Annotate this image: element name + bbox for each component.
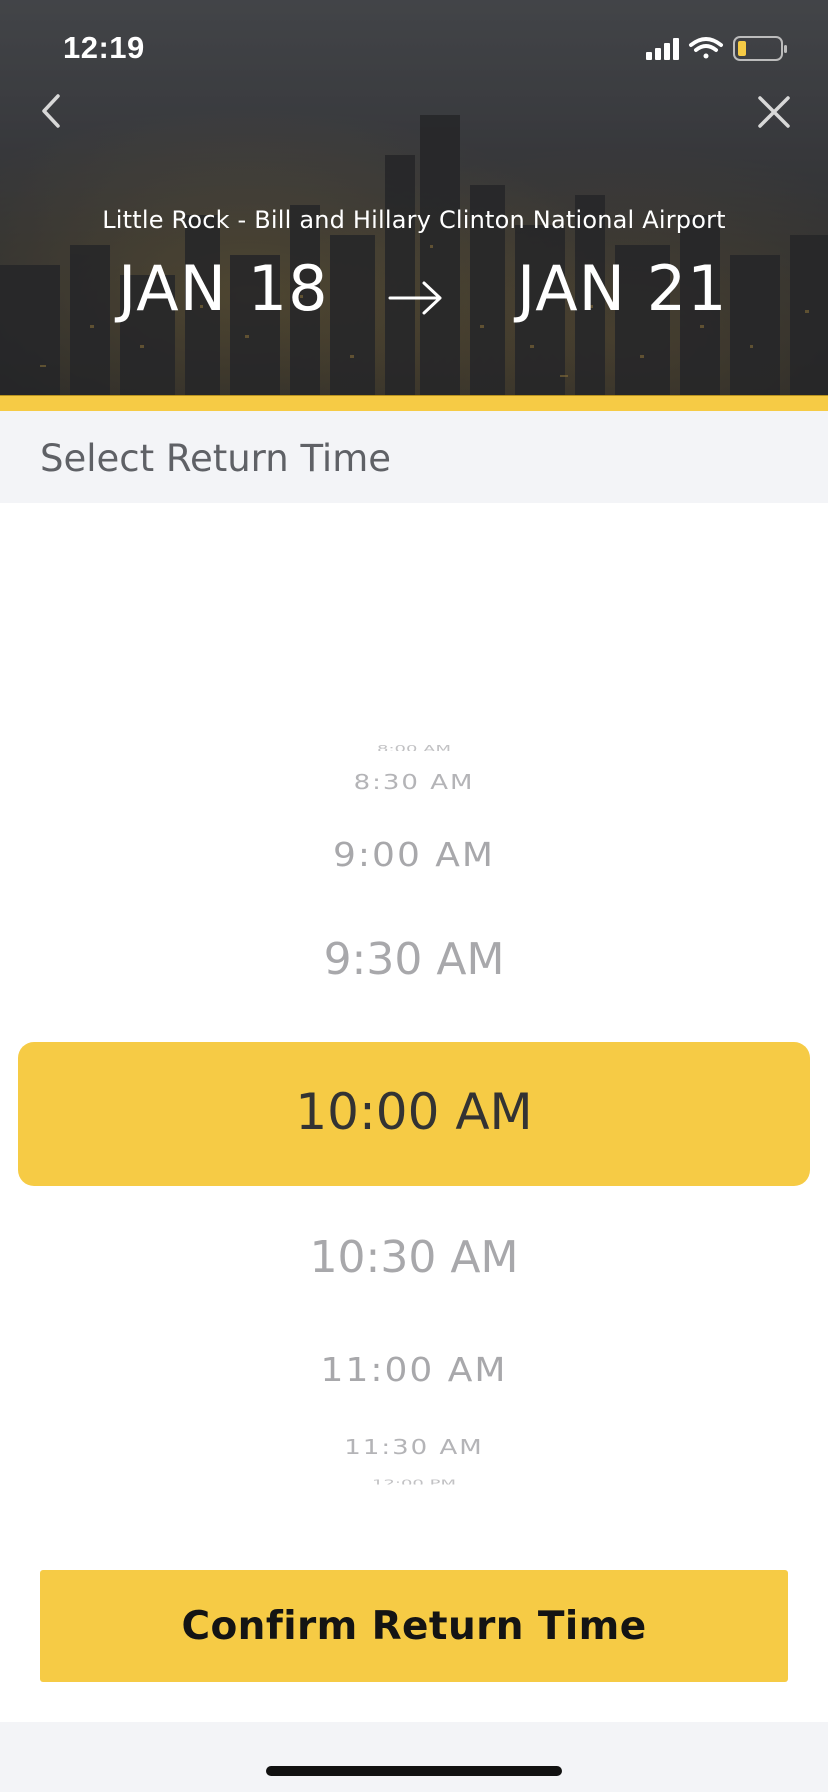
page-title: Select Return Time <box>40 437 391 480</box>
section-header: Select Return Time <box>0 411 828 503</box>
accent-bar <box>0 395 828 411</box>
status-bar-time: 12:19 <box>63 30 145 65</box>
header-hero: 12:19 Little Rock - Bill and Hillary Cli… <box>0 0 828 395</box>
battery-icon <box>733 36 787 61</box>
time-option[interactable]: 9:00 AM <box>0 839 828 872</box>
time-option[interactable]: 9:30 AM <box>0 938 828 982</box>
signal-icon <box>646 38 679 60</box>
home-indicator[interactable] <box>266 1766 562 1776</box>
time-option[interactable]: 12:00 PM <box>0 1479 828 1485</box>
time-picker[interactable]: 8:00 AM 8:30 AM 9:00 AM 9:30 AM 10:00 AM… <box>0 503 828 1503</box>
time-option[interactable]: 11:30 AM <box>0 1438 828 1458</box>
confirm-return-time-button[interactable]: Confirm Return Time <box>40 1570 788 1682</box>
close-icon[interactable] <box>756 94 792 130</box>
time-option[interactable]: 11:00 AM <box>0 1354 828 1387</box>
depart-date: JAN 18 <box>118 252 329 325</box>
airport-name: Little Rock - Bill and Hillary Clinton N… <box>102 206 726 234</box>
return-date: JAN 21 <box>517 252 728 325</box>
wifi-icon <box>689 37 723 59</box>
bottom-safe-area <box>0 1722 828 1792</box>
time-option[interactable]: 8:00 AM <box>0 744 828 751</box>
chevron-left-icon[interactable] <box>34 90 68 132</box>
selected-time-option[interactable]: 10:00 AM <box>0 1087 828 1137</box>
status-bar-icons <box>646 36 787 61</box>
arrow-right-icon <box>388 281 442 315</box>
time-option[interactable]: 8:30 AM <box>0 773 828 793</box>
time-option[interactable]: 10:30 AM <box>0 1236 828 1280</box>
